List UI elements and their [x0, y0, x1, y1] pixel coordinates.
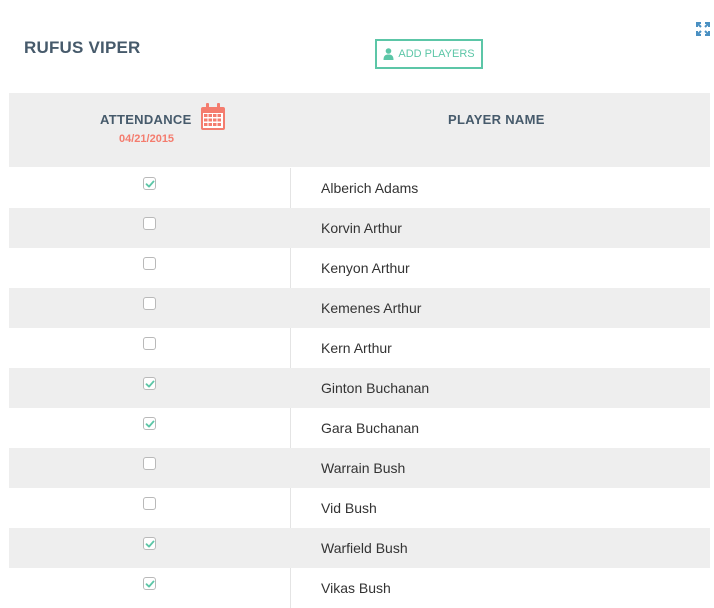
- attendance-checkbox[interactable]: [143, 177, 156, 190]
- checkmark-icon: [145, 580, 155, 588]
- attendance-checkbox[interactable]: [143, 297, 156, 310]
- user-icon: [383, 48, 394, 60]
- player-name: Vikas Bush: [321, 580, 391, 596]
- player-name: Warrain Bush: [321, 460, 406, 476]
- table-row: Korvin Arthur: [9, 208, 710, 248]
- column-divider: [290, 528, 291, 568]
- expand-icon[interactable]: [696, 22, 710, 36]
- column-divider: [290, 168, 291, 208]
- column-divider: [290, 448, 291, 488]
- player-name: Korvin Arthur: [321, 220, 402, 236]
- add-players-label: ADD PLAYERS: [398, 48, 475, 60]
- attendance-checkbox[interactable]: [143, 417, 156, 430]
- table-row: Kenyon Arthur: [9, 248, 710, 288]
- table-row: Vid Bush: [9, 488, 710, 528]
- attendance-checkbox[interactable]: [143, 577, 156, 590]
- attendance-checkbox[interactable]: [143, 377, 156, 390]
- table-row: Gara Buchanan: [9, 408, 710, 448]
- attendance-column-header: ATTENDANCE: [100, 112, 192, 127]
- column-divider: [290, 288, 291, 328]
- column-divider: [290, 248, 291, 288]
- checkmark-icon: [145, 540, 155, 548]
- column-divider: [290, 488, 291, 528]
- player-list: Alberich Adams Korvin Arthur Kenyon Arthur…: [9, 168, 710, 608]
- table-row: Kemenes Arthur: [9, 288, 710, 328]
- attendance-checkbox[interactable]: [143, 257, 156, 270]
- column-divider: [290, 568, 291, 608]
- table-row: Kern Arthur: [9, 328, 710, 368]
- team-title: RUFUS VIPER: [24, 38, 141, 57]
- player-name: Kenyon Arthur: [321, 260, 410, 276]
- checkmark-icon: [145, 380, 155, 388]
- column-divider: [290, 408, 291, 448]
- table-row: Warrain Bush: [9, 448, 710, 488]
- calendar-icon[interactable]: [201, 103, 225, 130]
- table-row: Vikas Bush: [9, 568, 710, 608]
- attendance-panel: RUFUS VIPER ADD PLAYERS ATTENDANCE 04/21…: [0, 0, 714, 608]
- add-players-button[interactable]: ADD PLAYERS: [375, 39, 483, 69]
- player-name: Alberich Adams: [321, 180, 419, 196]
- column-divider: [290, 208, 291, 248]
- player-name: Vid Bush: [321, 500, 377, 516]
- attendance-checkbox[interactable]: [143, 217, 156, 230]
- table-row: Ginton Buchanan: [9, 368, 710, 408]
- attendance-checkbox[interactable]: [143, 457, 156, 470]
- table-row: Warfield Bush: [9, 528, 710, 568]
- checkmark-icon: [145, 420, 155, 428]
- table-row: Alberich Adams: [9, 168, 710, 208]
- attendance-date[interactable]: 04/21/2015: [119, 133, 174, 145]
- attendance-checkbox[interactable]: [143, 537, 156, 550]
- player-name: Ginton Buchanan: [321, 380, 430, 396]
- column-divider: [290, 368, 291, 408]
- attendance-checkbox[interactable]: [143, 337, 156, 350]
- player-name: Kemenes Arthur: [321, 300, 422, 316]
- table-header: ATTENDANCE 04/21/2015 PLAYER NAME: [9, 93, 710, 167]
- player-name: Kern Arthur: [321, 340, 392, 356]
- player-name: Warfield Bush: [321, 540, 408, 556]
- attendance-checkbox[interactable]: [143, 497, 156, 510]
- column-divider: [290, 328, 291, 368]
- checkmark-icon: [145, 180, 155, 188]
- player-name-column-header: PLAYER NAME: [448, 112, 545, 127]
- player-name: Gara Buchanan: [321, 420, 420, 436]
